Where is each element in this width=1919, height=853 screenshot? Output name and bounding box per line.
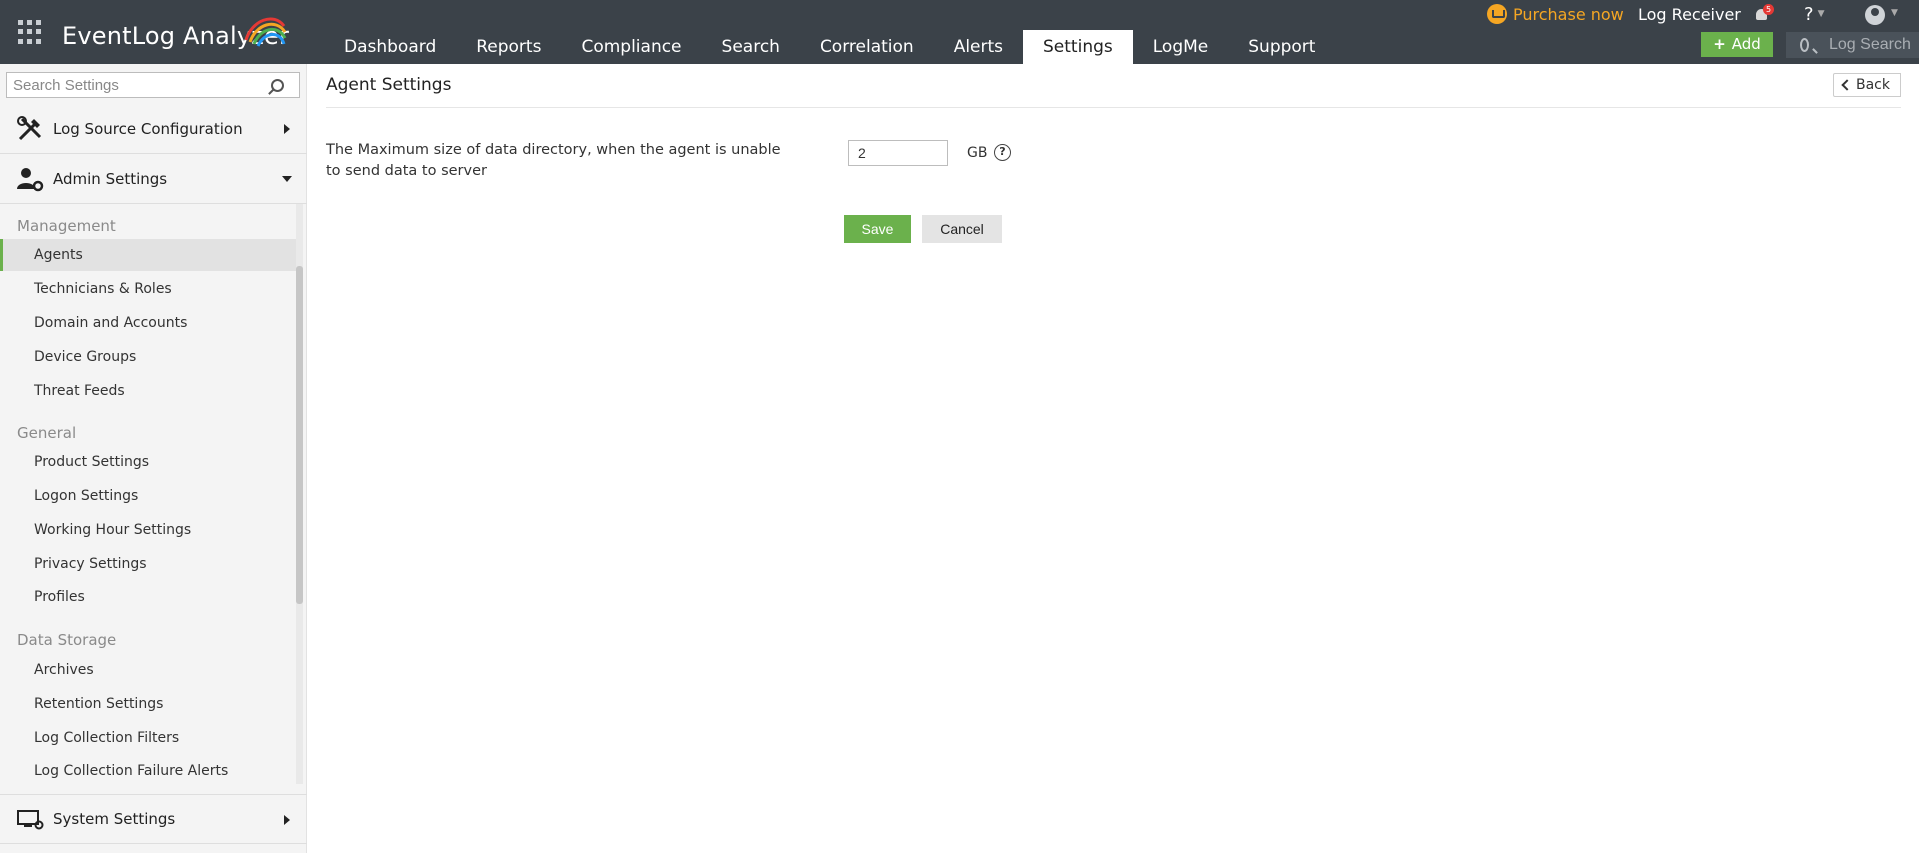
sidebar-item-logon-settings[interactable]: Logon Settings xyxy=(0,480,297,512)
max-data-directory-label: The Maximum size of data directory, when… xyxy=(326,142,781,179)
chevron-down-icon xyxy=(282,176,292,182)
search-icon xyxy=(1800,38,1809,52)
plus-icon: + xyxy=(1713,35,1726,53)
group-heading-general: General xyxy=(17,424,77,442)
help-icon: ? xyxy=(1804,4,1814,25)
unit-label: GB xyxy=(967,145,988,161)
add-button[interactable]: + Add xyxy=(1701,32,1773,57)
cart-icon xyxy=(1487,4,1507,24)
apps-grid-icon[interactable] xyxy=(18,20,42,44)
log-receiver-link[interactable]: Log Receiver xyxy=(1638,5,1741,24)
cancel-button[interactable]: Cancel xyxy=(922,215,1002,243)
tab-support[interactable]: Support xyxy=(1228,30,1335,64)
user-gear-icon xyxy=(17,167,44,191)
section-log-source-configuration[interactable]: Log Source Configuration xyxy=(0,104,307,154)
save-button[interactable]: Save xyxy=(844,215,911,243)
tab-reports[interactable]: Reports xyxy=(456,30,561,64)
purchase-now-label: Purchase now xyxy=(1513,4,1624,24)
help-tooltip-icon[interactable]: ? xyxy=(994,144,1011,161)
sidebar-item-technicians-roles[interactable]: Technicians & Roles xyxy=(0,273,297,305)
tab-alerts[interactable]: Alerts xyxy=(934,30,1023,64)
sidebar-item-agents[interactable]: Agents xyxy=(0,239,297,271)
section-system-settings[interactable]: System Settings xyxy=(0,794,307,844)
back-button[interactable]: Back xyxy=(1833,73,1901,97)
user-avatar-icon[interactable] xyxy=(1865,5,1885,25)
notifications-button[interactable]: 5 xyxy=(1754,4,1774,22)
notification-badge: 5 xyxy=(1763,4,1774,15)
tab-compliance[interactable]: Compliance xyxy=(561,30,701,64)
max-data-directory-size-input[interactable] xyxy=(848,140,948,166)
admin-settings-list: Management Agents Technicians & Roles Do… xyxy=(0,204,297,784)
group-heading-management: Management xyxy=(17,217,116,235)
section-label: Log Source Configuration xyxy=(53,119,243,138)
sidebar-item-privacy-settings[interactable]: Privacy Settings xyxy=(0,548,297,580)
sidebar-item-product-settings[interactable]: Product Settings xyxy=(0,446,297,478)
tab-correlation[interactable]: Correlation xyxy=(800,30,934,64)
sidebar-item-device-groups[interactable]: Device Groups xyxy=(0,341,297,373)
tab-logme[interactable]: LogMe xyxy=(1133,30,1229,64)
tab-settings[interactable]: Settings xyxy=(1023,30,1133,64)
purchase-now-link[interactable]: Purchase now xyxy=(1487,4,1624,24)
sidebar-item-archives[interactable]: Archives xyxy=(0,654,297,686)
sidebar-item-domain-accounts[interactable]: Domain and Accounts xyxy=(0,307,297,339)
tools-icon xyxy=(17,115,42,140)
section-label: Admin Settings xyxy=(53,169,168,188)
sidebar-item-threat-feeds[interactable]: Threat Feeds xyxy=(0,375,297,407)
main-nav: Dashboard Reports Compliance Search Corr… xyxy=(324,30,1335,64)
scrollbar-thumb[interactable] xyxy=(296,266,303,604)
page-title: Agent Settings xyxy=(326,75,452,95)
section-label: System Settings xyxy=(53,810,176,828)
monitor-gear-icon xyxy=(17,810,44,830)
sidebar-item-log-collection-filters[interactable]: Log Collection Filters xyxy=(0,722,297,754)
tab-dashboard[interactable]: Dashboard xyxy=(324,30,456,64)
logo-swoosh-icon xyxy=(244,17,287,47)
sidebar-item-profiles[interactable]: Profiles xyxy=(0,581,297,613)
chevron-right-icon xyxy=(284,124,290,134)
search-icon[interactable] xyxy=(271,78,284,92)
log-search-input[interactable] xyxy=(1829,36,1919,54)
log-search-box[interactable] xyxy=(1786,32,1919,58)
sidebar-scrollbar[interactable] xyxy=(296,204,303,784)
tab-search[interactable]: Search xyxy=(702,30,800,64)
group-heading-data-storage: Data Storage xyxy=(17,631,117,649)
add-button-label: Add xyxy=(1731,35,1761,53)
settings-search-input[interactable] xyxy=(7,76,267,94)
settings-sidebar: Log Source Configuration Admin Settings … xyxy=(0,64,307,853)
chevron-right-icon xyxy=(284,815,290,825)
settings-search-box[interactable] xyxy=(6,72,300,98)
chevron-down-icon[interactable]: ▼ xyxy=(1891,8,1898,18)
sidebar-item-working-hour-settings[interactable]: Working Hour Settings xyxy=(0,514,297,546)
section-admin-settings[interactable]: Admin Settings xyxy=(0,154,307,204)
sidebar-item-retention-settings[interactable]: Retention Settings xyxy=(0,688,297,720)
sidebar-item-log-collection-failure-alerts[interactable]: Log Collection Failure Alerts xyxy=(0,755,297,784)
top-header: EventLog Analyzer Dashboard Reports Comp… xyxy=(0,0,1919,64)
divider xyxy=(326,107,1901,108)
help-menu-button[interactable]: ? ▼ xyxy=(1804,4,1824,25)
main-content: Agent Settings Back The Maximum size of … xyxy=(308,64,1919,853)
chevron-down-icon: ▼ xyxy=(1817,9,1825,19)
